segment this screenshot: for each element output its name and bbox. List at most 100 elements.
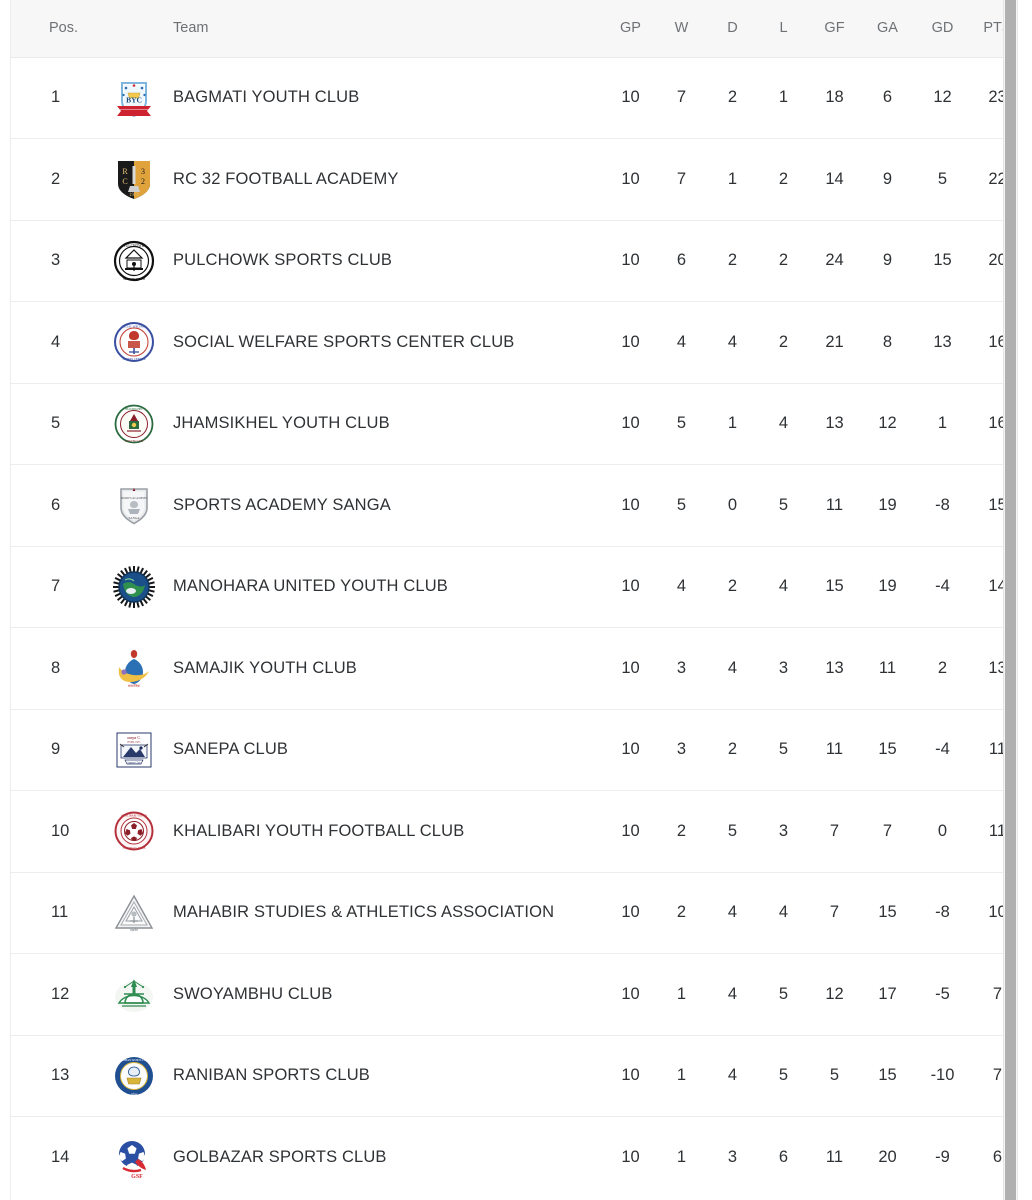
- cell-ga: 12: [860, 383, 915, 465]
- cell-ga: 8: [860, 301, 915, 384]
- column-header-pos[interactable]: Pos.: [11, 0, 103, 58]
- cell-ga: 11: [860, 627, 915, 710]
- team-name-label: PULCHOWK SPORTS CLUB: [173, 251, 393, 270]
- table-row[interactable]: 8 सामाजिक SAMAJIK YOUTH CLUB 10 3 4 3 13 11 2 13: [11, 627, 1017, 710]
- cell-w: 1: [656, 953, 707, 1036]
- cell-w: 7: [656, 138, 707, 221]
- cell-team-name[interactable]: JHAMSIKHEL YOUTH CLUB: [165, 383, 605, 465]
- svg-text:3: 3: [141, 167, 145, 176]
- table-row[interactable]: 5 JHAMSIKHEL YOUTH CLUB JHAMSIKHEL YOUTH CL…: [11, 383, 1017, 465]
- cell-gf: 13: [809, 383, 860, 465]
- table-row[interactable]: 7 MANOHARA UNITED YOUTH CLUB 10 4 2 4 15 19 -4 14: [11, 546, 1017, 628]
- vertical-scrollbar-thumb[interactable]: [1005, 0, 1016, 1200]
- cell-team-name[interactable]: RANIBAN SPORTS CLUB: [165, 1035, 605, 1117]
- table-row[interactable]: 3 PULCHOWK SPORTS CLUB PULCHOWK SPORTS CLUB…: [11, 220, 1017, 302]
- cell-team-name[interactable]: MAHABIR STUDIES & ATHLETICS ASSOCIATION: [165, 872, 605, 954]
- cell-gd: -8: [915, 464, 970, 547]
- cell-l: 3: [758, 790, 809, 873]
- league-standings-page: Pos. Team GP W D L GF GA GD PTS 1 BYC BAGM…: [0, 0, 1032, 1200]
- cell-position: 12: [11, 953, 103, 1036]
- cell-team-name[interactable]: RC 32 FOOTBALL ACADEMY: [165, 138, 605, 221]
- team-name-label: SAMAJIK YOUTH CLUB: [173, 658, 357, 677]
- cell-gd: -9: [935, 1148, 950, 1166]
- cell-gf: 7: [809, 872, 860, 954]
- cell-team-name[interactable]: PULCHOWK SPORTS CLUB: [165, 220, 605, 302]
- cell-w: 4: [656, 301, 707, 384]
- cell-team-name[interactable]: SWOYAMBHU CLUB: [165, 953, 605, 1036]
- cell-team-name[interactable]: KHALIBARI YOUTH FOOTBALL CLUB: [165, 790, 605, 873]
- cell-team-name[interactable]: SOCIAL WELFARE SPORTS CENTER CLUB: [165, 301, 605, 384]
- cell-w: 5: [656, 464, 707, 547]
- cell-position: 2: [11, 138, 103, 221]
- cell-team-name[interactable]: GOLBAZAR SPORTS CLUB: [165, 1117, 605, 1199]
- cell-team-crest: सामाजिक: [103, 627, 165, 710]
- cell-gd: -8: [915, 872, 970, 954]
- cell-gp: 10: [605, 220, 656, 302]
- cell-ga: 15: [860, 872, 915, 954]
- cell-gf: 15: [809, 546, 860, 628]
- team-name-label: SANEPA CLUB: [173, 740, 289, 759]
- standings-table-container: Pos. Team GP W D L GF GA GD PTS 1 BYC BAGM…: [10, 0, 1018, 1200]
- column-header-d[interactable]: D: [707, 0, 758, 58]
- cell-gp: 10: [605, 301, 656, 384]
- cell-team-name[interactable]: SAMAJIK YOUTH CLUB: [165, 627, 605, 710]
- table-row[interactable]: 14 GSF GOLBAZAR SPORTS CLUB 10 1 3 6 11 20 -9 6: [11, 1117, 1017, 1199]
- column-header-gf[interactable]: GF: [809, 0, 860, 58]
- table-row[interactable]: 11 महाबीर MAHABIR STUDIES & ATHLETICS ASSO…: [11, 872, 1017, 954]
- cell-team-name[interactable]: SANEPA CLUB: [165, 709, 605, 791]
- column-header-team[interactable]: Team: [165, 0, 605, 58]
- svg-text:BYC: BYC: [126, 95, 142, 104]
- column-header-gp[interactable]: GP: [605, 0, 656, 58]
- cell-d: 4: [707, 301, 758, 384]
- cell-position: 7: [11, 546, 103, 628]
- cell-gf: 7: [809, 790, 860, 873]
- cell-w: 3: [656, 709, 707, 791]
- svg-text:YOUTH CLUB: YOUTH CLUB: [125, 439, 144, 443]
- table-row[interactable]: 4 SOCIAL WELFARE SPORTS CENTER SOCIAL WELFA…: [11, 301, 1017, 384]
- cell-gf: 13: [809, 627, 860, 710]
- cell-gp: 10: [605, 953, 656, 1036]
- cell-gp: 10: [605, 790, 656, 873]
- table-row[interactable]: 1 BYC BAGMATI YOUTH CLUB 10 7 2 1 18 6 12 23: [11, 57, 1017, 139]
- cell-team-crest: R C 3 2 1971: [103, 138, 165, 221]
- table-row[interactable]: 10 KHALIBARI YOUTH FOOTBALL CLUB KHALIBARI …: [11, 790, 1017, 873]
- cell-ga: 6: [860, 57, 915, 139]
- column-header-ga[interactable]: GA: [860, 0, 915, 58]
- column-header-gd[interactable]: GD: [915, 0, 970, 58]
- cell-team-name[interactable]: BAGMATI YOUTH CLUB: [165, 57, 605, 139]
- cell-team-crest: RANIBAN SPORTS CLUB रानीबन: [103, 1035, 165, 1117]
- svg-text:R: R: [122, 167, 128, 176]
- vertical-scrollbar-track[interactable]: [1003, 0, 1017, 1200]
- svg-text:GSF: GSF: [131, 1174, 143, 1180]
- team-name-label: GOLBAZAR SPORTS CLUB: [173, 1148, 387, 1166]
- cell-ga: 20: [878, 1148, 897, 1166]
- cell-w: 2: [656, 790, 707, 873]
- cell-position: 14: [51, 1148, 70, 1166]
- khalibari-youth-football-club-crest: KHALIBARI YOUTH FOOTBALL CLUB: [111, 808, 157, 854]
- sanepa-club-crest: anepa C. ESTD. 1971 Sanepa Club: [111, 727, 157, 773]
- column-header-w[interactable]: W: [656, 0, 707, 58]
- cell-team-name[interactable]: SPORTS ACADEMY SANGA: [165, 464, 605, 547]
- cell-l: 2: [758, 301, 809, 384]
- table-row[interactable]: 13 RANIBAN SPORTS CLUB रानीबन RANIBAN SPORT…: [11, 1035, 1017, 1117]
- jhamsikhel-youth-club-crest: JHAMSIKHEL YOUTH CLUB: [111, 401, 157, 447]
- svg-text:2: 2: [141, 177, 145, 186]
- cell-d: 2: [707, 546, 758, 628]
- table-row[interactable]: 2 R C 3 2 1971 RC 32 FOOTBALL ACADEMY 10 7 1 2 14 9 5…: [11, 138, 1017, 221]
- cell-l: 2: [758, 220, 809, 302]
- cell-ga: 19: [860, 546, 915, 628]
- cell-team-name[interactable]: MANOHARA UNITED YOUTH CLUB: [165, 546, 605, 628]
- team-name-label: RC 32 FOOTBALL ACADEMY: [173, 169, 399, 188]
- cell-d: 1: [707, 383, 758, 465]
- cell-position: 5: [11, 383, 103, 465]
- svg-text:सामाजिक: सामाजिक: [128, 683, 140, 688]
- column-header-l[interactable]: L: [758, 0, 809, 58]
- cell-d: 4: [707, 953, 758, 1036]
- table-row[interactable]: 12 SWOYAMBHU CLUB 10 1 4 5 12 17 -5 7: [11, 953, 1017, 1036]
- svg-text:PULCHOWK: PULCHOWK: [124, 244, 145, 248]
- cell-l: 5: [758, 709, 809, 791]
- table-row[interactable]: 6 SPORTS ACADEMY SANGA SPORTS ACADEMY SANGA…: [11, 464, 1017, 547]
- cell-position: 8: [11, 627, 103, 710]
- table-row[interactable]: 9 anepa C. ESTD. 1971 Sanepa Club SANEPA CLU…: [11, 709, 1017, 791]
- team-name-label: MAHABIR STUDIES & ATHLETICS ASSOCIATION: [173, 903, 555, 922]
